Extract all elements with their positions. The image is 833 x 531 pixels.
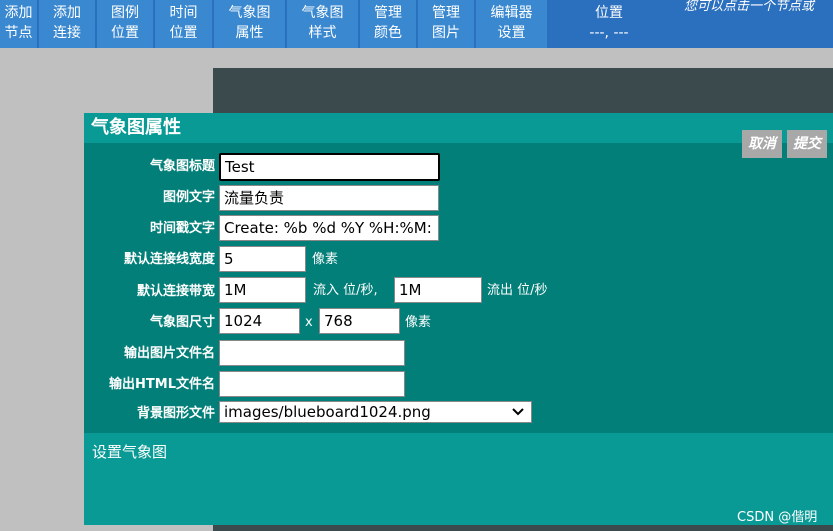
map-style-button-line1: 气象图 [301,5,344,21]
background-file-label: 背景图形文件 [136,406,215,421]
manage-images-button[interactable]: 管理 图片 [418,0,474,48]
bandwidth-in-unit: 流入 位/秒, [313,283,378,298]
toolbar-hint: 您可以点击一个节点或 [684,0,815,14]
position-value: ---, --- [589,25,629,41]
position-label: 位置 [595,5,623,21]
legend-text-input[interactable]: 流量负责 [219,185,439,211]
editor-settings-button-line2: 设置 [497,25,526,41]
map-width-input[interactable]: 1024 [219,308,300,334]
output-image-filename-label: 输出图片文件名 [123,346,215,361]
map-size-unit: 像素 [405,315,432,330]
bandwidth-out-input[interactable]: 1M [394,277,482,303]
position-readout: 位置 ---, --- [549,0,669,48]
map-properties-button-line2: 属性 [235,25,264,41]
default-link-width-unit: 像素 [312,252,339,267]
timestamp-text-input[interactable]: Create: %b %d %Y %H:%M: [219,215,439,241]
map-size-separator: x [305,315,313,330]
bandwidth-out-unit: 流出 位/秒 [487,283,548,298]
dialog-footer: 设置气象图 [84,433,833,525]
add-node-button-line2: 节点 [4,25,33,41]
map-properties-button-line1: 气象图 [228,5,271,21]
time-position-button-line2: 位置 [169,25,198,41]
submit-button[interactable]: 提交 [787,130,827,158]
map-style-button-line2: 样式 [308,25,337,41]
output-html-filename-input[interactable] [219,371,405,397]
legend-position-button-line1: 图例 [111,5,139,21]
map-title-input[interactable]: Test [219,153,440,181]
legend-position-button-line2: 位置 [111,25,139,41]
default-bandwidth-label: 默认连接带宽 [136,284,215,299]
editor-settings-button-line1: 编辑器 [490,5,533,21]
output-image-filename-input[interactable] [219,340,405,366]
manage-images-button-line2: 图片 [432,25,460,41]
watermark: CSDN @偕明 [737,510,818,525]
manage-colors-button-line2: 颜色 [374,25,402,41]
add-link-button[interactable]: 添加 连接 [39,0,95,48]
chevron-down-icon [512,408,524,416]
map-properties-button[interactable]: 气象图 属性 [214,0,285,48]
map-properties-dialog: 气象图属性 取消 提交 气象图标题 Test 图例文字 流量负责 时间戳文字 C… [84,113,833,525]
output-html-filename-label: 输出HTML文件名 [109,377,215,392]
time-position-button-line1: 时间 [169,5,198,21]
map-height-input[interactable]: 768 [319,308,400,334]
background-file-value: images/blueboard1024.png [224,403,431,421]
editor-settings-button[interactable]: 编辑器 设置 [476,0,547,48]
default-link-width-label: 默认连接线宽度 [123,252,215,267]
timestamp-text-label: 时间戳文字 [149,221,215,236]
map-size-label: 气象图尺寸 [149,315,215,330]
manage-colors-button[interactable]: 管理 颜色 [360,0,416,48]
bandwidth-in-input[interactable]: 1M [219,277,306,303]
map-title-label: 气象图标题 [149,159,215,174]
default-link-width-input[interactable]: 5 [219,246,306,272]
legend-text-label: 图例文字 [162,190,215,205]
add-node-button-line1: 添加 [4,5,33,21]
cancel-button[interactable]: 取消 [742,130,782,158]
add-link-button-line2: 连接 [53,25,81,41]
toolbar: 添加 节点 添加 连接 图例 位置 时间 位置 气象图 属性 气象图 样式 管理… [0,0,833,48]
map-style-button[interactable]: 气象图 样式 [287,0,358,48]
legend-position-button[interactable]: 图例 位置 [97,0,153,48]
footer-text: 设置气象图 [92,443,168,461]
manage-images-button-line1: 管理 [432,5,460,21]
dialog-title: 气象图属性 [84,113,833,143]
background-file-select[interactable]: images/blueboard1024.png [219,401,532,423]
time-position-button[interactable]: 时间 位置 [155,0,212,48]
add-node-button[interactable]: 添加 节点 [0,0,37,48]
manage-colors-button-line1: 管理 [374,5,402,21]
add-link-button-line1: 添加 [53,5,81,21]
